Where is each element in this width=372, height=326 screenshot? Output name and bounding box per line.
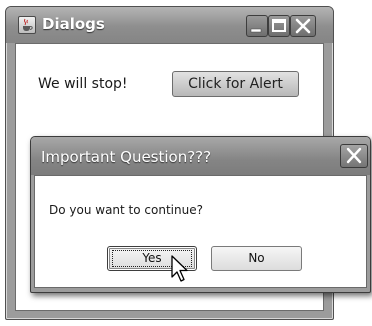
question-dialog: Important Question??? Do you want to con… (30, 136, 371, 293)
no-button-label: No (248, 251, 265, 265)
dialog-message: Do you want to continue? (49, 203, 203, 217)
dialog-content-area: Do you want to continue? Yes No (34, 175, 367, 288)
mouse-pointer-icon (171, 255, 188, 282)
maximize-icon (272, 19, 286, 32)
dialog-title: Important Question??? (41, 148, 212, 166)
dialog-close-button[interactable] (340, 144, 368, 168)
minimize-icon (250, 28, 262, 33)
dialog-titlebar[interactable]: Important Question??? (31, 137, 370, 175)
click-for-alert-button[interactable]: Click for Alert (172, 71, 299, 97)
no-button[interactable]: No (211, 246, 302, 271)
close-icon (346, 147, 362, 164)
close-icon (295, 18, 311, 34)
status-label: We will stop! (38, 76, 128, 92)
minimize-button[interactable] (246, 15, 268, 37)
main-titlebar[interactable]: Dialogs (6, 7, 333, 43)
java-cup-icon[interactable] (18, 16, 36, 34)
maximize-button[interactable] (268, 15, 290, 37)
close-button[interactable] (290, 15, 316, 37)
window-title: Dialogs (42, 15, 105, 33)
